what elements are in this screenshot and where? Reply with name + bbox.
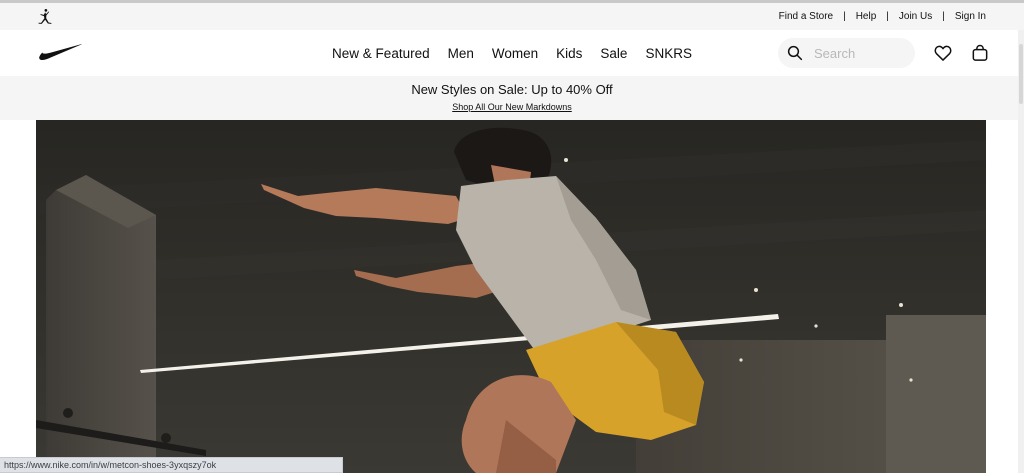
page-scrollbar[interactable]	[1018, 30, 1024, 473]
nav-women[interactable]: Women	[492, 46, 538, 61]
site-header: New & Featured Men Women Kids Sale SNKRS	[0, 30, 1024, 76]
nav-kids[interactable]: Kids	[556, 46, 582, 61]
promo-title: New Styles on Sale: Up to 40% Off	[411, 82, 613, 97]
utility-links: Find a Store | Help | Join Us | Sign In	[779, 11, 986, 22]
find-a-store-link[interactable]: Find a Store	[779, 11, 833, 22]
heart-icon[interactable]	[933, 43, 953, 63]
bag-icon[interactable]	[970, 43, 990, 63]
separator: |	[942, 11, 945, 22]
status-url-tooltip: https://www.nike.com/in/w/metcon-shoes-3…	[0, 457, 343, 473]
help-link[interactable]: Help	[856, 11, 877, 22]
nike-swoosh-icon[interactable]	[36, 42, 82, 62]
nav-new-featured[interactable]: New & Featured	[332, 46, 430, 61]
hero-image[interactable]	[36, 120, 986, 473]
shop-markdowns-link[interactable]: Shop All Our New Markdowns	[452, 102, 572, 112]
athlete-jumping-photo	[36, 120, 986, 473]
nav-sale[interactable]: Sale	[600, 46, 627, 61]
scrollbar-thumb[interactable]	[1019, 44, 1023, 104]
nav-men[interactable]: Men	[448, 46, 474, 61]
promo-banner: New Styles on Sale: Up to 40% Off Shop A…	[0, 76, 1024, 120]
join-us-link[interactable]: Join Us	[899, 11, 932, 22]
nav-snkrs[interactable]: SNKRS	[645, 46, 692, 61]
separator: |	[843, 11, 846, 22]
search-box[interactable]	[778, 38, 915, 68]
utility-bar: Find a Store | Help | Join Us | Sign In	[0, 3, 1024, 30]
search-icon[interactable]	[786, 44, 804, 62]
sign-in-link[interactable]: Sign In	[955, 11, 986, 22]
separator: |	[886, 11, 889, 22]
jordan-jumpman-icon[interactable]	[36, 8, 54, 26]
search-input[interactable]	[814, 45, 909, 61]
